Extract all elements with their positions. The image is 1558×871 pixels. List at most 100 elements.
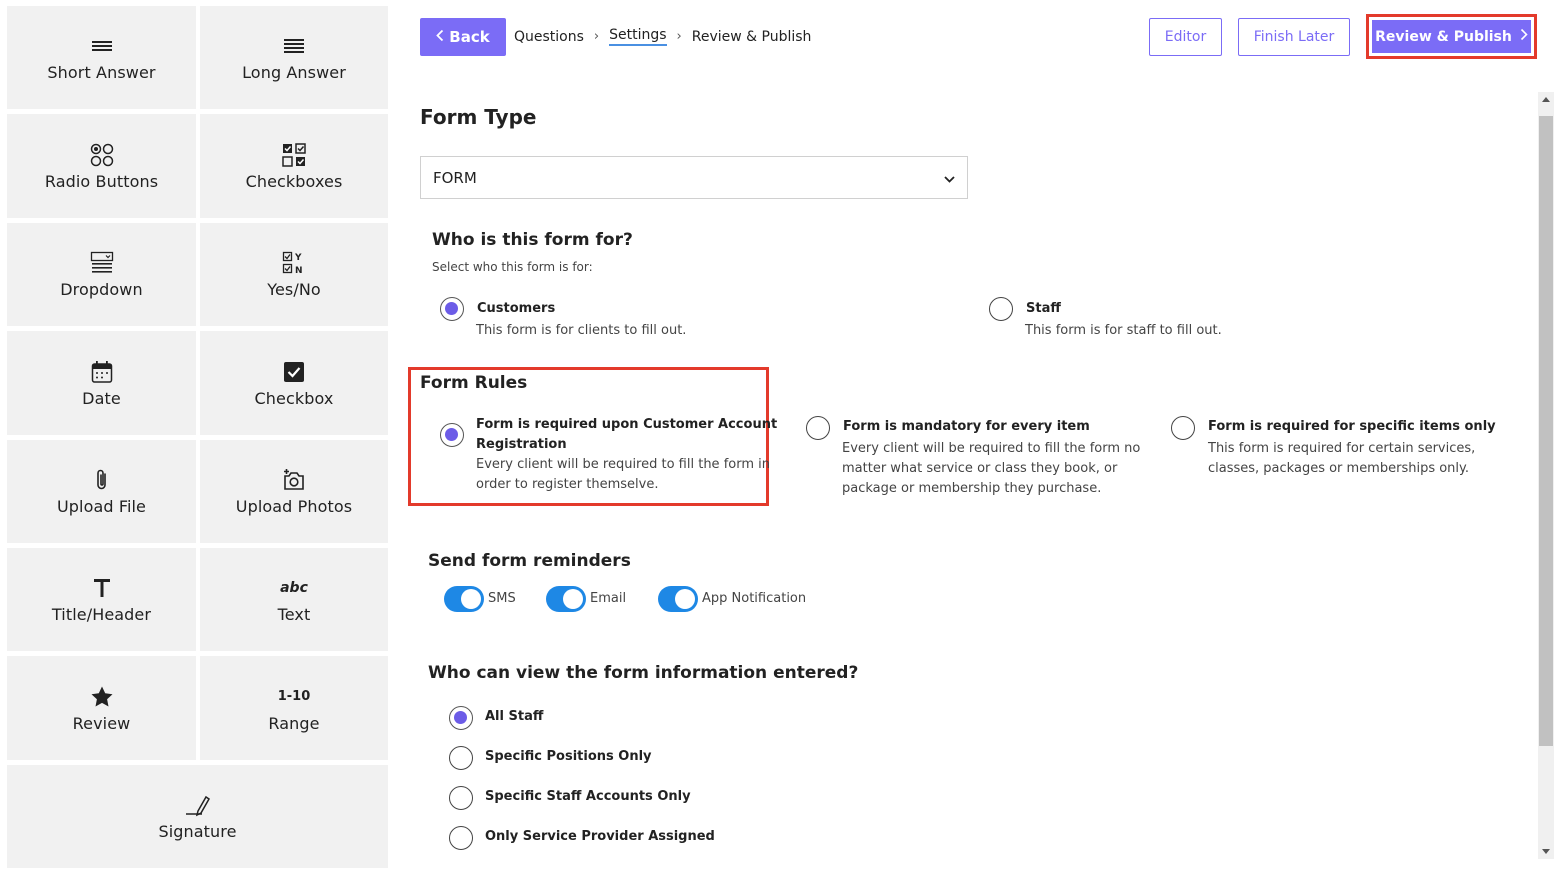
tile-label: Text [277,605,311,624]
chevron-down-icon [944,169,955,187]
radio-rule-specific-items[interactable] [1171,416,1195,440]
option-specific-positions: Specific Positions Only [485,749,652,764]
tile-title-header[interactable]: Title/Header [7,548,196,651]
reminders-heading: Send form reminders [428,551,631,571]
radio-specific-positions[interactable] [449,746,473,770]
sms-toggle[interactable] [444,586,484,612]
tile-label: Upload Photos [235,497,353,516]
option-service-provider: Only Service Provider Assigned [485,829,715,844]
calendar-icon [91,359,113,385]
breadcrumb-separator-icon: › [593,29,600,44]
tile-label: Checkbox [254,388,334,408]
radio-service-provider[interactable] [449,826,473,850]
tile-date[interactable]: Date [7,331,196,435]
option-specific-staff-accounts: Specific Staff Accounts Only [485,789,691,804]
question-type-palette: Short Answer Long Answer Radio Buttons C… [0,0,392,871]
tile-dropdown[interactable]: Dropdown [7,223,196,326]
radio-all-staff[interactable] [449,706,473,730]
option-customers-desc: This form is for clients to fill out. [476,323,687,338]
checkbox-icon [283,359,305,385]
text-abc-icon: abc [280,580,308,596]
review-publish-label: Review & Publish [1375,28,1512,45]
tile-label: Range [268,713,320,733]
back-button[interactable]: Back [420,18,506,56]
scroll-down-icon[interactable] [1542,849,1550,854]
rule-specific-items-desc-1: This form is required for certain servic… [1208,441,1476,456]
breadcrumb-questions[interactable]: Questions [514,29,584,45]
radio-rule-registration[interactable] [440,423,464,447]
rule-every-item-desc-3: package or membership they purchase. [842,481,1102,496]
tile-short-answer[interactable]: Short Answer [7,6,196,109]
tile-label: Upload File [56,497,147,516]
radio-rule-every-item[interactable] [806,416,830,440]
rule-every-item-title: Form is mandatory for every item [843,419,1090,434]
form-rules-heading: Form Rules [420,373,528,393]
editor-button[interactable]: Editor [1149,18,1222,56]
tile-label: Title/Header [51,605,152,624]
radio-staff[interactable] [989,297,1013,321]
option-staff-desc: This form is for staff to fill out. [1025,323,1222,338]
form-type-heading: Form Type [420,105,537,129]
rule-every-item-desc-1: Every client will be required to fill th… [842,441,1141,456]
tile-upload-file[interactable]: Upload File [7,440,196,543]
app-notification-toggle[interactable] [658,586,698,612]
tile-checkboxes[interactable]: Checkboxes [200,114,388,218]
review-publish-button[interactable]: Review & Publish [1372,20,1531,53]
tile-text[interactable]: abc Text [200,548,388,651]
option-all-staff: All Staff [485,709,544,724]
chevron-left-icon [436,28,444,46]
rule-registration-title-2: Registration [476,437,567,452]
dropdown-icon [90,250,114,276]
tile-radio-buttons[interactable]: Radio Buttons [7,114,196,218]
yes-no-icon: YN [282,250,306,276]
tile-range[interactable]: 1-10 Range [200,656,388,760]
finish-later-button[interactable]: Finish Later [1238,18,1350,56]
rule-every-item-desc-2: matter what service or class they book, … [842,461,1118,476]
rule-specific-items-desc-2: classes, packages or memberships only. [1208,461,1470,476]
tile-label: Radio Buttons [44,171,159,191]
audience-heading: Who is this form for? [432,230,633,250]
option-staff-title: Staff [1026,301,1061,316]
star-icon [90,684,114,710]
breadcrumb: Questions › Settings › Review & Publish [514,27,811,46]
svg-text:N: N [295,266,303,275]
long-answer-icon [283,33,305,59]
tile-signature[interactable]: Signature [7,765,388,868]
tile-label: Yes/No [267,280,321,299]
audience-subheading: Select who this form is for: [432,260,593,274]
tile-review[interactable]: Review [7,656,196,760]
breadcrumb-settings[interactable]: Settings [609,27,667,46]
tile-label: Long Answer [242,63,346,82]
scrollbar-thumb[interactable] [1539,116,1553,746]
form-type-select[interactable]: FORM [420,156,968,199]
visibility-heading: Who can view the form information entere… [428,663,859,683]
scroll-up-icon[interactable] [1542,97,1550,102]
tile-label: Short Answer [47,63,156,82]
tile-long-answer[interactable]: Long Answer [200,6,388,109]
radio-specific-staff-accounts[interactable] [449,786,473,810]
option-customers-title: Customers [477,301,556,316]
review-publish-highlight: Review & Publish [1366,14,1537,59]
tile-label: Checkboxes [245,171,343,191]
paperclip-icon [94,467,110,493]
tile-label: Dropdown [60,280,143,299]
radio-customers[interactable] [440,297,464,321]
back-label: Back [449,28,490,46]
scrollbar[interactable] [1538,92,1554,859]
tile-label: Date [82,388,121,408]
tile-yes-no[interactable]: YN Yes/No [200,223,388,326]
tile-checkbox[interactable]: Checkbox [200,331,388,435]
radio-buttons-icon [90,142,114,168]
email-toggle[interactable] [546,586,586,612]
breadcrumb-review-publish[interactable]: Review & Publish [692,29,812,45]
add-photo-icon [282,467,306,493]
tile-label: Review [72,713,131,733]
short-answer-icon [91,33,113,59]
range-icon: 1-10 [277,689,311,704]
signature-pen-icon [184,792,212,818]
chevron-right-icon [1520,28,1528,45]
rule-registration-desc-2: order to register themselve. [476,477,659,492]
svg-text:Y: Y [294,253,302,263]
title-t-icon [93,575,111,601]
tile-upload-photos[interactable]: Upload Photos [200,440,388,543]
